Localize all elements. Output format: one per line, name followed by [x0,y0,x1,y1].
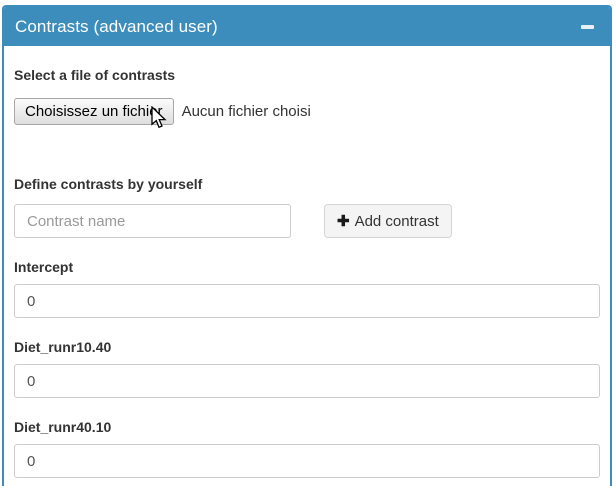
contrast-field-group: Diet_runr10.40 [14,340,600,398]
minus-icon [581,25,594,29]
plus-icon: ✚ [337,212,350,230]
choose-file-button[interactable]: Choisissez un fichier [14,98,174,125]
define-contrast-row: ✚ Add contrast [14,204,600,238]
diet-runr10-40-label: Diet_runr10.40 [14,340,600,354]
contrasts-panel: Contrasts (advanced user) Select a file … [2,5,612,486]
file-status-text: Aucun fichier choisi [182,103,311,120]
collapse-button[interactable] [579,21,596,33]
add-contrast-button[interactable]: ✚ Add contrast [324,204,452,238]
panel-body: Select a file of contrasts Choisissez un… [4,46,610,478]
file-input-row: Choisissez un fichier Aucun fichier choi… [14,98,600,125]
diet-runr40-10-label: Diet_runr40.10 [14,420,600,434]
contrast-name-input[interactable] [14,204,291,238]
intercept-label: Intercept [14,260,600,274]
contrast-field-group: Diet_runr40.10 [14,420,600,478]
diet-runr40-10-input[interactable] [14,444,600,478]
define-section-label: Define contrasts by yourself [14,177,600,191]
diet-runr10-40-input[interactable] [14,364,600,398]
page: Contrasts (advanced user) Select a file … [0,0,616,486]
contrast-field-group: Intercept [14,260,600,318]
file-section-label: Select a file of contrasts [14,68,600,82]
add-contrast-label: Add contrast [355,213,439,230]
panel-header[interactable]: Contrasts (advanced user) [4,7,610,46]
panel-title: Contrasts (advanced user) [15,17,218,37]
intercept-input[interactable] [14,284,600,318]
